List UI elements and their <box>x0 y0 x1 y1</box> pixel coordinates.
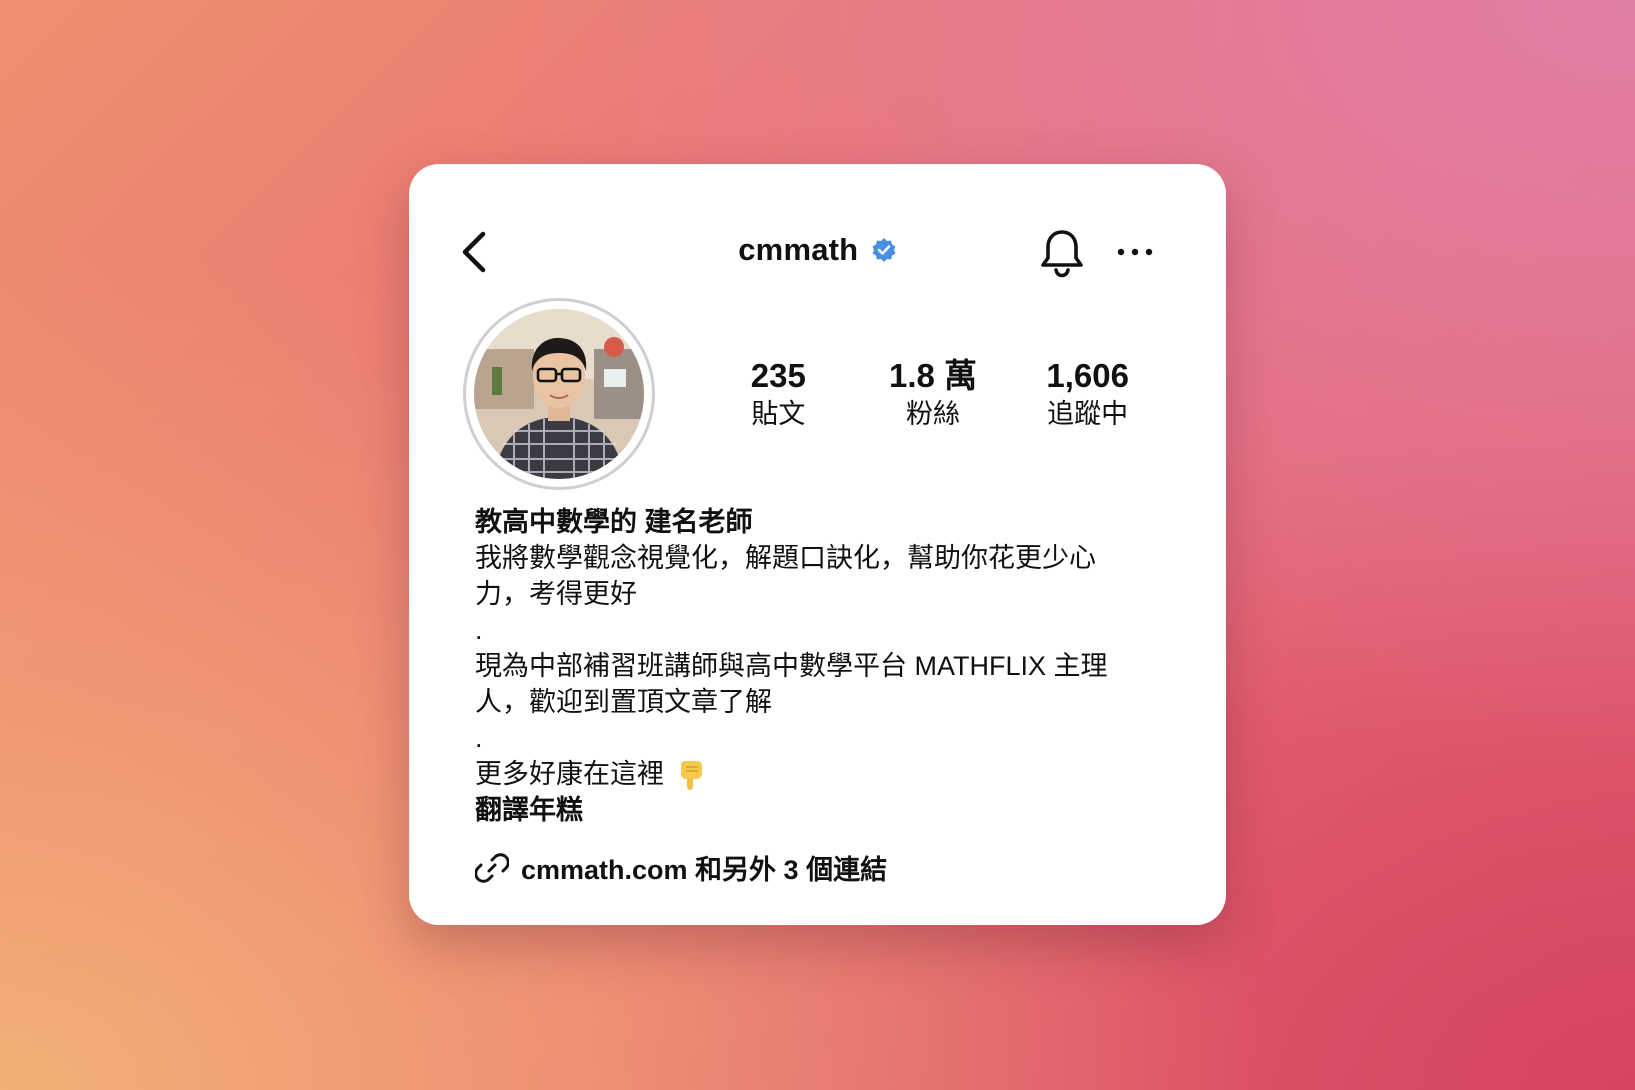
links-text: cmmath.com 和另外 3 個連結 <box>521 855 888 885</box>
profile-header: cmmath <box>409 232 1226 272</box>
bio-line-more: 更多好康在這裡 <box>475 756 1155 792</box>
bio-more-text: 更多好康在這裡 <box>475 759 664 789</box>
bio-line: 我將數學觀念視覺化，解題口訣化，幫助你花更少心 <box>475 543 1096 573</box>
stat-posts-label: 貼文 <box>751 399 806 429</box>
verified-badge-icon <box>872 238 896 262</box>
stat-posts[interactable]: 235 貼文 <box>701 356 856 432</box>
bell-icon[interactable] <box>1039 228 1085 278</box>
username: cmmath <box>738 232 859 267</box>
bio-separator: . <box>475 723 483 753</box>
avatar <box>474 309 644 479</box>
bio-highlight[interactable]: 翻譯年糕 <box>475 792 1155 828</box>
external-links[interactable]: cmmath.com 和另外 3 個連結 <box>475 848 887 887</box>
stat-followers[interactable]: 1.8 萬 粉絲 <box>856 356 1011 432</box>
bio-line: 人，歡迎到置頂文章了解 <box>475 687 772 717</box>
display-name: 教高中數學的 建名老師 <box>475 507 753 537</box>
profile-stats: 235 貼文 1.8 萬 粉絲 1,606 追蹤中 <box>701 356 1165 432</box>
bio-line: 力，考得更好 <box>475 579 637 609</box>
hand-pointing-down-icon <box>680 760 702 790</box>
stat-followers-value: 1.8 萬 <box>888 357 978 394</box>
bio-line: 現為中部補習班講師與高中數學平台 MATHFLIX 主理 <box>475 651 1108 681</box>
link-icon <box>475 852 509 883</box>
stat-following-label: 追蹤中 <box>1047 399 1129 429</box>
stat-posts-value: 235 <box>750 357 806 394</box>
profile-card: cmmath 235 貼文 1.8 萬 粉絲 1,606 追蹤中 教高中數學的 … <box>409 164 1226 925</box>
stat-following-value: 1,606 <box>1046 357 1129 394</box>
avatar-photo <box>474 309 644 479</box>
stat-following[interactable]: 1,606 追蹤中 <box>1010 356 1165 432</box>
stat-followers-label: 粉絲 <box>906 399 960 429</box>
avatar-ring[interactable] <box>463 298 655 490</box>
more-icon[interactable] <box>1115 242 1155 262</box>
profile-bio: 教高中數學的 建名老師 我將數學觀念視覺化，解題口訣化，幫助你花更少心 力，考得… <box>475 504 1155 828</box>
bio-separator: . <box>475 615 483 645</box>
